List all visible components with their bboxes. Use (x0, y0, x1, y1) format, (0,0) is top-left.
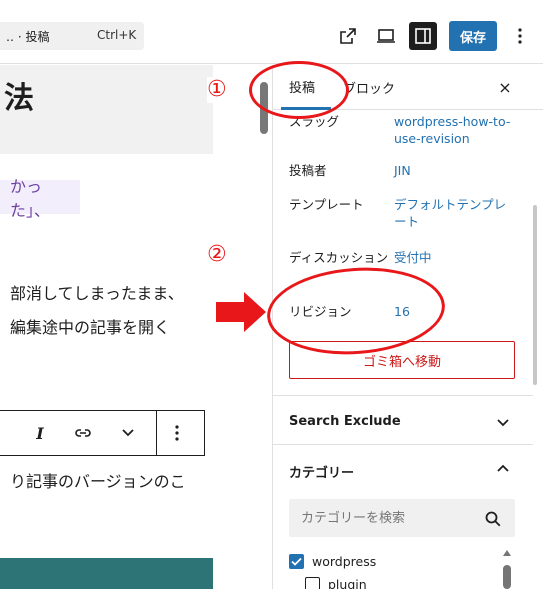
button-block[interactable] (0, 558, 213, 589)
block-toolbar: I (0, 410, 205, 456)
save-button[interactable]: 保存 (449, 21, 497, 51)
more-options-icon[interactable] (506, 22, 534, 50)
annotation-step-1: ① (207, 77, 227, 103)
category-label: wordpress (312, 554, 377, 569)
checkbox-checked[interactable] (289, 554, 304, 569)
paragraph-line[interactable]: 編集途中の記事を開く (10, 314, 170, 338)
divider (273, 395, 533, 396)
categories-panel-title[interactable]: カテゴリー (289, 462, 354, 481)
divider (273, 444, 533, 445)
desktop-view-icon[interactable] (372, 22, 400, 50)
link-icon[interactable] (60, 411, 106, 455)
more-vertical-icon[interactable] (157, 411, 197, 455)
post-title-block[interactable]: 法 (0, 65, 213, 154)
category-item-plugin[interactable]: plugin (305, 577, 367, 589)
sidebar-scrollbar[interactable] (533, 205, 537, 385)
category-list-scrollbar[interactable] (503, 565, 511, 589)
chevron-down-icon[interactable] (106, 411, 150, 455)
editor-header: ‥ · 投稿 Ctrl+K 保存 (0, 0, 543, 64)
paragraph-line[interactable]: り記事のバージョンのこ (10, 468, 186, 492)
external-link-icon[interactable] (334, 22, 362, 50)
discussion-label: ディスカッション (289, 250, 389, 265)
annotation-arrow-icon (216, 292, 266, 332)
chevron-up-icon[interactable] (495, 461, 511, 477)
author-value[interactable]: JIN (394, 162, 516, 179)
command-palette-button[interactable]: ‥ · 投稿 Ctrl+K (0, 22, 144, 50)
slug-value[interactable]: wordpress-how-to-use-revision (394, 113, 516, 147)
discussion-value[interactable]: 受付中 (394, 249, 516, 266)
tab-block[interactable]: ブロック (343, 65, 395, 110)
sidebar-toggle-icon[interactable] (409, 22, 437, 50)
search-exclude-panel-title[interactable]: Search Exclude (289, 414, 401, 429)
post-title[interactable]: 法 (4, 73, 34, 117)
breadcrumb: ‥ · 投稿 (6, 30, 50, 44)
author-label: 投稿者 (289, 163, 327, 178)
annotation-circle-post-tab (249, 61, 349, 119)
close-icon[interactable]: × (494, 76, 516, 98)
template-value[interactable]: デフォルトテンプレート (394, 196, 516, 230)
template-label: テンプレート (289, 197, 364, 212)
category-item-wordpress[interactable]: wordpress (289, 554, 376, 569)
chevron-down-icon[interactable] (495, 414, 511, 430)
highlighted-text[interactable]: かった」、 (0, 177, 80, 220)
italic-button[interactable]: I (20, 411, 60, 455)
category-label: plugin (328, 577, 367, 589)
category-search-input[interactable] (289, 499, 515, 537)
shortcut-hint: Ctrl+K (97, 28, 137, 42)
search-icon (485, 511, 501, 527)
scroll-up-arrow-icon[interactable] (503, 550, 511, 556)
checkbox[interactable] (305, 577, 320, 589)
paragraph-line[interactable]: 部消してしまったまま、 (10, 280, 184, 304)
annotation-step-2: ② (207, 242, 227, 268)
